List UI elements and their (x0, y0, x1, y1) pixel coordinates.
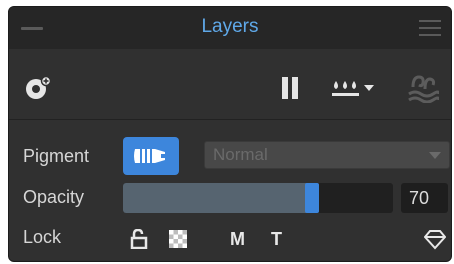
panel-title: Layers (201, 16, 259, 37)
panel-titlebar: Layers (9, 7, 451, 49)
pause-icon[interactable] (281, 77, 301, 99)
panel-menu-button[interactable] (419, 20, 441, 36)
opacity-slider-handle[interactable] (305, 183, 319, 213)
blend-mode-value: Normal (213, 145, 268, 164)
layers-toolbar (9, 49, 451, 119)
layers-panel: Layers Pigment Normal Opacity 70 Lock M … (8, 6, 452, 262)
toolbar-divider (9, 119, 451, 120)
pigment-label: Pigment (23, 146, 90, 166)
unlock-icon[interactable] (129, 228, 149, 250)
opacity-slider-fill (123, 183, 312, 213)
lock-label: Lock (23, 227, 62, 247)
opacity-label: Opacity (23, 187, 85, 207)
pigment-button[interactable] (123, 137, 179, 175)
opacity-value: 70 (409, 188, 430, 208)
opacity-value-field[interactable]: 70 (401, 183, 448, 213)
pigment-icon (134, 149, 165, 163)
liquid-ink-icon[interactable] (407, 73, 441, 104)
blend-mode-select[interactable]: Normal (204, 141, 450, 169)
checker-icon[interactable] (169, 230, 187, 248)
diamond-icon[interactable] (423, 228, 447, 250)
lock-m-button[interactable]: M (230, 229, 245, 250)
chevron-down-icon (429, 152, 441, 159)
opacity-slider[interactable] (123, 183, 393, 213)
layer-add-icon[interactable] (23, 75, 53, 101)
lock-t-button[interactable]: T (271, 229, 282, 250)
drops-dropdown-icon[interactable] (331, 77, 379, 99)
